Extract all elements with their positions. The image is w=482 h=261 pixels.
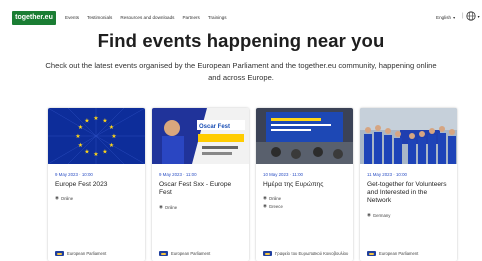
page-title: Find events happening near you: [97, 30, 385, 51]
event-card[interactable]: Oscar Fest 9 May 2023 · 11:00 Oscar Fest…: [152, 108, 249, 261]
event-title[interactable]: Get-together for Volunteers and Interest…: [367, 181, 453, 205]
svg-text:★: ★: [111, 133, 116, 140]
nav-item-trainings[interactable]: Trainings: [208, 15, 227, 20]
language-selector[interactable]: English ▾: [436, 15, 455, 20]
event-organizer: European Parliament: [159, 251, 210, 256]
svg-text:★: ★: [93, 151, 98, 158]
organizer-name: European Parliament: [379, 251, 419, 256]
location-pin-icon: ◉: [159, 204, 163, 209]
organizer-name: Γραφείο του Ευρωπαϊκού Κοινοβουλίου: [275, 251, 349, 256]
nav-item-events[interactable]: Events: [65, 15, 79, 20]
event-location-label: Germany: [372, 212, 391, 218]
svg-text:★: ★: [109, 124, 114, 131]
location-pin-icon: ◉: [263, 203, 267, 208]
chevron-down-icon: ▾: [453, 15, 456, 20]
event-date: 9 May 2023 · 10:00: [55, 172, 93, 177]
event-date: 11 May 2023 · 10:00: [367, 172, 407, 177]
european-parliament-logo-icon: [367, 251, 376, 256]
svg-text:★: ★: [78, 124, 83, 131]
chevron-down-icon: ▾: [477, 13, 480, 19]
event-location-label: Online: [60, 195, 74, 201]
page-intro: Check out the latest events organised by…: [45, 61, 437, 82]
event-location-label: Online: [164, 204, 178, 210]
presentation-photo-image: [256, 108, 353, 164]
event-card[interactable]: 11 May 2023 · 10:00 Get-together for Vol…: [360, 108, 457, 261]
event-organizer: European Parliament: [367, 251, 418, 256]
account-menu[interactable]: | ▾: [462, 11, 480, 21]
event-title[interactable]: Europe Fest 2023: [55, 181, 141, 189]
volunteer-group-photo-image: [360, 108, 457, 164]
european-parliament-logo-icon: [263, 251, 272, 256]
svg-text:★: ★: [102, 118, 107, 125]
event-title[interactable]: Ημέρα της Ευρώπης: [263, 181, 349, 189]
language-label: English: [436, 15, 452, 20]
event-location: ◉ Online: [159, 204, 177, 210]
event-location: ◉ Online: [55, 195, 73, 201]
globe-icon: [465, 11, 476, 21]
svg-text:★: ★: [93, 115, 98, 122]
organizer-name: European Parliament: [171, 251, 211, 256]
nav-item-testimonials[interactable]: Testimonials: [87, 15, 112, 20]
events-list: ★ ★ ★ ★ ★ ★ ★ ★ ★ ★ ★ ★ 9 May 2023 · 10:00 Europ…: [48, 108, 458, 261]
svg-text:Oscar Fest: Oscar Fest: [199, 124, 230, 130]
location-pin-icon: ◉: [367, 212, 371, 217]
event-location-label: Greece: [268, 203, 283, 209]
svg-text:★: ★: [84, 118, 89, 125]
svg-text:★: ★: [75, 133, 80, 140]
event-organizer: Γραφείο του Ευρωπαϊκού Κοινοβουλίου: [263, 251, 348, 256]
event-date: 9 May 2023 · 11:00: [159, 172, 197, 177]
european-parliament-logo-icon: [55, 251, 64, 256]
main-nav: Events Testimonials Resources and downlo…: [65, 15, 227, 20]
event-card[interactable]: ★ ★ ★ ★ ★ ★ ★ ★ ★ ★ ★ ★ 9 May 2023 · 10:00 Europ…: [48, 108, 145, 261]
european-parliament-logo-icon: [159, 251, 168, 256]
event-poster-image: Oscar Fest: [152, 108, 249, 164]
event-format: ◉ Online: [263, 195, 281, 201]
svg-text:★: ★: [78, 142, 83, 149]
event-date: 10 May 2023 · 11:00: [263, 172, 303, 177]
event-title[interactable]: Oscar Fest Sxx - Europe Fest: [159, 181, 245, 197]
eu-flag-image: ★ ★ ★ ★ ★ ★ ★ ★ ★ ★ ★ ★: [48, 108, 145, 164]
nav-item-resources[interactable]: Resources and downloads: [120, 15, 174, 20]
svg-text:★: ★: [109, 142, 114, 149]
location-pin-icon: ◉: [263, 195, 267, 200]
organizer-name: European Parliament: [67, 251, 107, 256]
together-eu-logo[interactable]: together.eu: [12, 11, 56, 25]
event-location: ◉ Germany: [367, 212, 390, 218]
nav-item-partners[interactable]: Partners: [182, 15, 199, 20]
divider: |: [462, 13, 464, 19]
event-card[interactable]: 10 May 2023 · 11:00 Ημέρα της Ευρώπης ◉ …: [256, 108, 353, 261]
location-pin-icon: ◉: [55, 195, 59, 200]
event-organizer: European Parliament: [55, 251, 106, 256]
svg-text:★: ★: [84, 149, 89, 156]
event-location: ◉ Greece: [263, 203, 283, 209]
event-format-label: Online: [268, 195, 282, 201]
svg-text:★: ★: [102, 149, 107, 156]
